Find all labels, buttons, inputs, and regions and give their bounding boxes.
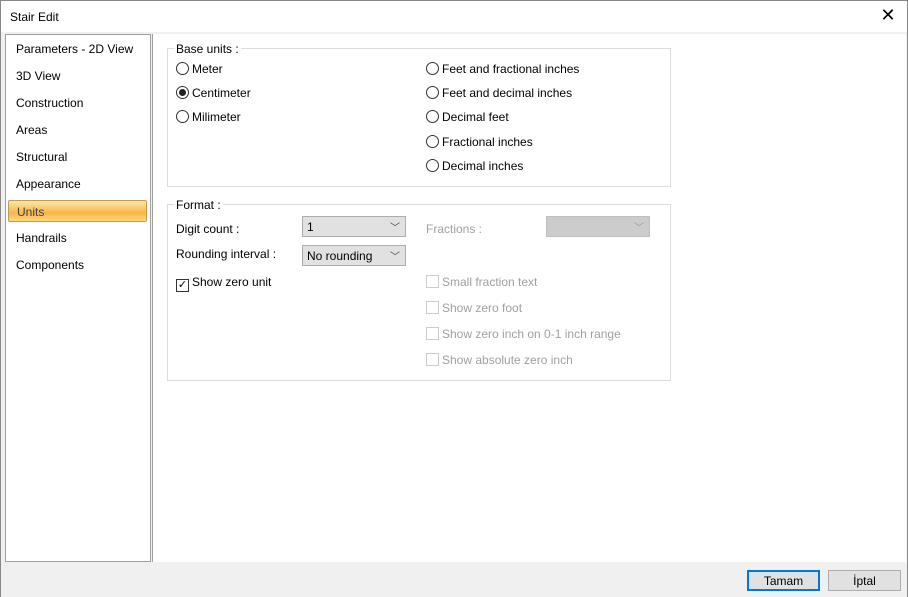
- checkbox-icon: [426, 327, 439, 340]
- digit-count-label: Digit count :: [176, 222, 240, 236]
- radio-icon: [176, 110, 189, 123]
- rounding-interval-label: Rounding interval :: [176, 247, 277, 261]
- chevron-down-icon: ﹀: [390, 223, 400, 234]
- radio-icon: [426, 62, 439, 75]
- radio-label: Decimal inches: [442, 159, 524, 173]
- checkbox-label: Show zero unit: [192, 275, 272, 289]
- radio-decimal-feet[interactable]: Decimal feet: [426, 110, 509, 124]
- radio-icon: [176, 62, 189, 75]
- close-icon[interactable]: ✕: [877, 5, 899, 26]
- base-units-title: Base units :: [174, 42, 241, 56]
- radio-selected-icon: [176, 86, 189, 99]
- cancel-button[interactable]: İptal: [828, 570, 901, 591]
- checkbox-icon: [426, 275, 439, 288]
- show-zero-inch-checkbox[interactable]: Show zero inch on 0-1 inch range: [426, 327, 621, 341]
- radio-centimeter[interactable]: Centimeter: [176, 86, 251, 100]
- format-title: Format :: [174, 198, 223, 212]
- chevron-down-icon: ﹀: [390, 252, 400, 263]
- rounding-interval-value: No rounding: [307, 249, 373, 263]
- radio-label: Fractional inches: [442, 135, 533, 149]
- radio-label: Milimeter: [192, 110, 241, 124]
- rounding-interval-select[interactable]: No rounding ﹀: [302, 245, 406, 266]
- radio-fractional-inches[interactable]: Fractional inches: [426, 135, 533, 149]
- sidebar-item-3d-view[interactable]: 3D View: [8, 65, 147, 87]
- show-zero-foot-checkbox[interactable]: Show zero foot: [426, 301, 522, 315]
- radio-label: Decimal feet: [442, 110, 509, 124]
- fractions-select[interactable]: ﹀: [546, 216, 650, 237]
- sidebar: Parameters - 2D View 3D View Constructio…: [5, 34, 151, 562]
- title-bar: Stair Edit ✕: [1, 1, 907, 32]
- window-title: Stair Edit: [10, 10, 59, 24]
- sidebar-item-appearance[interactable]: Appearance: [8, 173, 147, 195]
- sidebar-item-construction[interactable]: Construction: [8, 92, 147, 114]
- sidebar-item-handrails[interactable]: Handrails: [8, 227, 147, 249]
- fractions-label: Fractions :: [426, 222, 483, 236]
- dialog-footer: Tamam İptal: [1, 562, 907, 597]
- checkbox-label: Show zero foot: [442, 301, 523, 315]
- radio-feet-fractional-inches[interactable]: Feet and fractional inches: [426, 62, 579, 76]
- checkbox-label: Small fraction text: [442, 275, 538, 289]
- sidebar-item-parameters-2d-view[interactable]: Parameters - 2D View: [8, 38, 147, 60]
- radio-label: Feet and decimal inches: [442, 86, 573, 100]
- radio-label: Meter: [192, 62, 223, 76]
- show-absolute-zero-inch-checkbox[interactable]: Show absolute zero inch: [426, 353, 573, 367]
- radio-icon: [426, 135, 439, 148]
- sidebar-item-structural[interactable]: Structural: [8, 146, 147, 168]
- radio-label: Feet and fractional inches: [442, 62, 580, 76]
- checkbox-label: Show absolute zero inch: [442, 353, 573, 367]
- radio-icon: [426, 86, 439, 99]
- radio-decimal-inches[interactable]: Decimal inches: [426, 159, 523, 173]
- radio-icon: [426, 159, 439, 172]
- checkbox-label: Show zero inch on 0-1 inch range: [442, 327, 621, 341]
- digit-count-select[interactable]: 1 ﹀: [302, 216, 406, 237]
- small-fraction-text-checkbox[interactable]: Small fraction text: [426, 275, 537, 289]
- radio-meter[interactable]: Meter: [176, 62, 223, 76]
- checkbox-icon: [426, 301, 439, 314]
- radio-milimeter[interactable]: Milimeter: [176, 110, 241, 124]
- radio-label: Centimeter: [192, 86, 251, 100]
- sidebar-item-components[interactable]: Components: [8, 254, 147, 276]
- show-zero-unit-checkbox[interactable]: ✓ Show zero unit: [176, 275, 271, 292]
- sidebar-item-areas[interactable]: Areas: [8, 119, 147, 141]
- sidebar-item-units[interactable]: Units: [8, 200, 147, 222]
- radio-icon: [426, 110, 439, 123]
- digit-count-value: 1: [307, 220, 314, 234]
- stair-edit-dialog: Stair Edit ✕ Parameters - 2D View 3D Vie…: [0, 0, 908, 597]
- checkbox-icon: [426, 353, 439, 366]
- main-panel: Base units : Meter Centimeter Milimeter …: [152, 34, 906, 562]
- radio-feet-decimal-inches[interactable]: Feet and decimal inches: [426, 86, 572, 100]
- ok-button[interactable]: Tamam: [747, 570, 820, 591]
- chevron-down-icon: ﹀: [634, 223, 644, 234]
- base-units-group: Base units :: [167, 42, 671, 187]
- checkmark-icon: ✓: [176, 279, 189, 292]
